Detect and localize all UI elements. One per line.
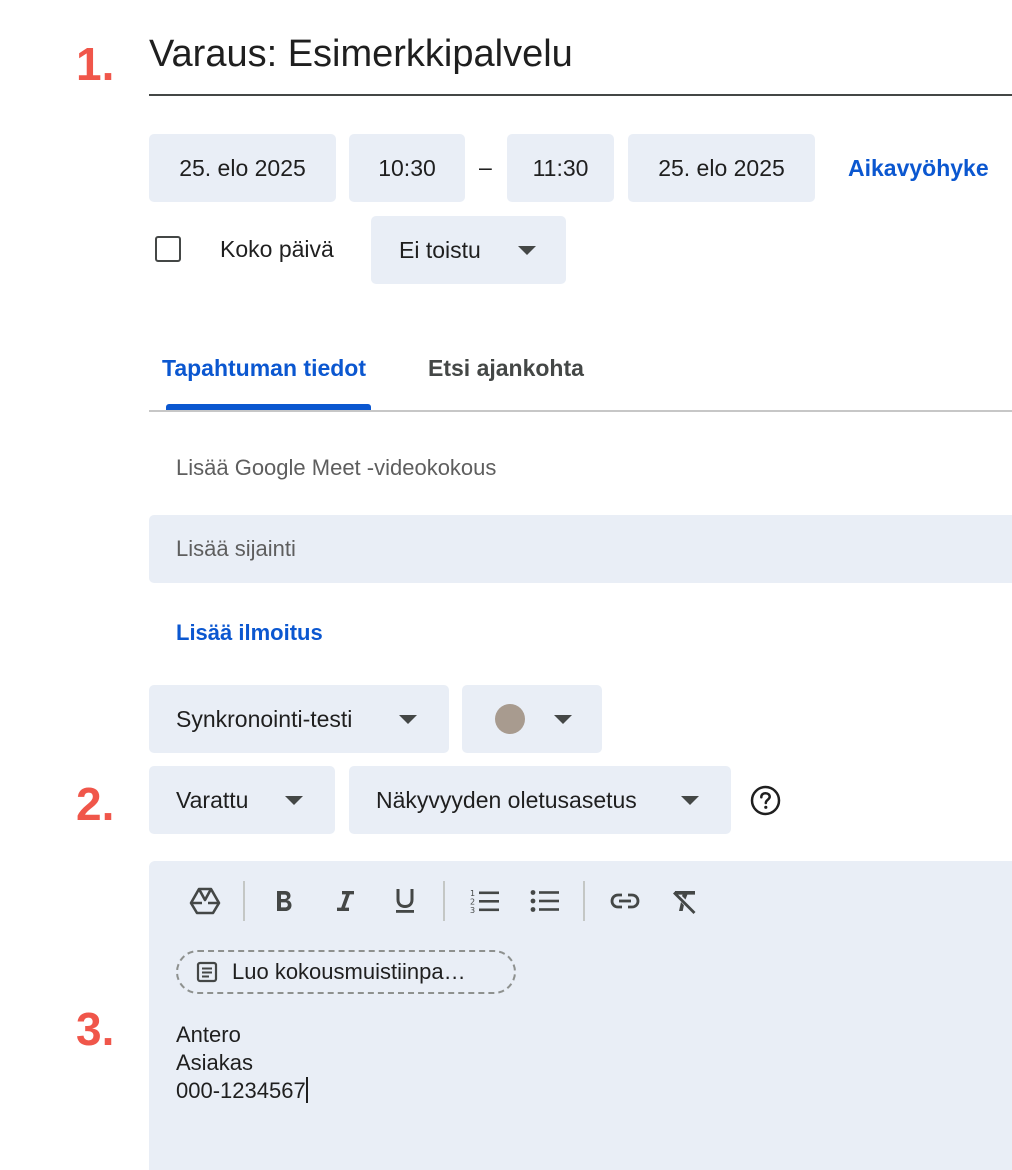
step-number-3: 3. bbox=[76, 1003, 115, 1055]
create-meeting-notes-button[interactable]: Luo kokousmuistiinpa… bbox=[176, 950, 516, 994]
timezone-link[interactable]: Aikavyöhyke bbox=[848, 155, 989, 182]
italic-icon[interactable] bbox=[325, 881, 365, 921]
description-line-text: 000-1234567 bbox=[176, 1078, 306, 1103]
chevron-down-icon bbox=[518, 245, 536, 255]
event-title-input[interactable]: Varaus: Esimerkkipalvelu bbox=[149, 28, 1012, 96]
description-text[interactable]: Antero Asiakas 000-1234567 bbox=[176, 1021, 308, 1105]
description-line: Antero bbox=[176, 1022, 241, 1047]
availability-value: Varattu bbox=[176, 786, 249, 813]
event-color-dropdown[interactable] bbox=[462, 685, 602, 753]
clear-formatting-icon[interactable] bbox=[665, 881, 705, 921]
availability-dropdown[interactable]: Varattu bbox=[149, 766, 335, 834]
recurrence-value: Ei toistu bbox=[399, 236, 481, 263]
bold-icon[interactable] bbox=[264, 881, 304, 921]
color-swatch bbox=[495, 704, 525, 734]
svg-text:3: 3 bbox=[470, 906, 475, 914]
step-number-2: 2. bbox=[76, 778, 115, 830]
recurrence-dropdown[interactable]: Ei toistu bbox=[371, 216, 566, 284]
description-line: 000-1234567 bbox=[176, 1077, 308, 1105]
toolbar-divider bbox=[582, 881, 585, 921]
chevron-down-icon bbox=[285, 795, 303, 805]
end-date-button[interactable]: 25. elo 2025 bbox=[628, 134, 815, 202]
location-placeholder: Lisää sijainti bbox=[176, 536, 296, 561]
underline-icon[interactable] bbox=[385, 881, 425, 921]
drive-icon[interactable] bbox=[185, 881, 225, 921]
end-time-button[interactable]: 11:30 bbox=[507, 134, 614, 202]
toolbar-divider bbox=[242, 881, 245, 921]
chevron-down-icon bbox=[399, 714, 417, 724]
chevron-down-icon bbox=[681, 795, 699, 805]
add-google-meet-button[interactable]: Lisää Google Meet -videokokous bbox=[176, 455, 496, 481]
meeting-notes-label: Luo kokousmuistiinpa… bbox=[232, 959, 466, 984]
editor-toolbar: 1 2 3 bbox=[185, 880, 705, 922]
document-icon bbox=[196, 961, 218, 983]
toolbar-divider bbox=[442, 881, 445, 921]
description-line: Asiakas bbox=[176, 1050, 254, 1075]
help-icon[interactable] bbox=[750, 785, 781, 816]
tab-divider bbox=[149, 410, 1012, 412]
visibility-value: Näkyvyyden oletusasetus bbox=[376, 786, 637, 813]
chevron-down-icon bbox=[554, 714, 572, 724]
calendar-value: Synkronointi-testi bbox=[176, 705, 353, 732]
step-number-1: 1. bbox=[76, 38, 115, 90]
all-day-label: Koko päivä bbox=[220, 236, 334, 262]
start-time-button[interactable]: 10:30 bbox=[349, 134, 465, 202]
all-day-checkbox[interactable] bbox=[155, 236, 181, 262]
bulleted-list-icon[interactable] bbox=[525, 881, 565, 921]
start-date-button[interactable]: 25. elo 2025 bbox=[149, 134, 336, 202]
add-notification-link[interactable]: Lisää ilmoitus bbox=[176, 620, 323, 646]
tab-find-time[interactable]: Etsi ajankohta bbox=[428, 355, 584, 382]
calendar-dropdown[interactable]: Synkronointi-testi bbox=[149, 685, 449, 753]
time-range-separator: – bbox=[479, 154, 492, 180]
visibility-dropdown[interactable]: Näkyvyyden oletusasetus bbox=[349, 766, 731, 834]
location-input[interactable]: Lisää sijainti bbox=[149, 515, 1012, 583]
numbered-list-icon[interactable]: 1 2 3 bbox=[465, 881, 505, 921]
tab-event-details[interactable]: Tapahtuman tiedot bbox=[162, 355, 366, 382]
text-cursor bbox=[305, 1077, 308, 1103]
link-icon[interactable] bbox=[605, 881, 645, 921]
